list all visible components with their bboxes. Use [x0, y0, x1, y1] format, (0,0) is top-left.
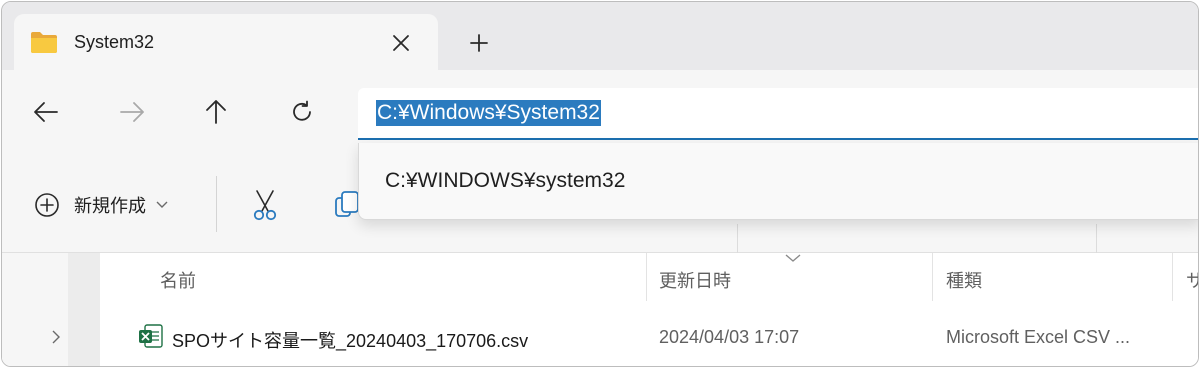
file-modified: 2024/04/03 17:07 [659, 327, 800, 347]
navigation-bar: C:¥Windows¥System32 [2, 70, 1198, 154]
arrow-up-icon [206, 100, 226, 124]
sort-chevron-icon [785, 254, 801, 262]
column-separator[interactable] [932, 253, 933, 301]
new-tab-button[interactable] [464, 28, 494, 58]
navigation-pane-splitter[interactable] [68, 253, 100, 366]
cut-button[interactable] [248, 188, 282, 222]
column-header-name[interactable]: 名前 [160, 267, 196, 293]
chevron-down-icon [156, 201, 168, 208]
tab-strip: System32 [2, 2, 1198, 74]
plus-icon [470, 34, 488, 52]
address-input-value[interactable]: C:¥Windows¥System32 [376, 100, 601, 126]
column-header-type[interactable]: 種類 [946, 267, 982, 293]
address-bar[interactable]: C:¥Windows¥System32 [358, 88, 1198, 140]
new-button[interactable]: 新規作成 [34, 190, 168, 220]
refresh-icon [293, 100, 311, 121]
scissors-icon [253, 190, 277, 221]
refresh-button[interactable] [286, 96, 318, 128]
back-button[interactable] [30, 96, 62, 128]
column-separator[interactable] [646, 253, 647, 301]
column-separator[interactable] [1172, 253, 1173, 301]
tab-system32[interactable]: System32 [14, 14, 438, 74]
up-button[interactable] [200, 96, 232, 128]
close-icon [393, 35, 409, 51]
arrow-right-icon [120, 102, 144, 122]
tab-title: System32 [74, 32, 155, 52]
command-separator [737, 224, 738, 254]
forward-button[interactable] [116, 96, 148, 128]
navigation-pane [2, 253, 68, 366]
file-name: SPOサイト容量一覧_20240403_170706.csv [172, 331, 529, 351]
command-separator [1096, 224, 1097, 254]
column-header-size[interactable]: サ [1186, 267, 1198, 293]
excel-csv-icon [139, 324, 163, 348]
explorer-window: System32 C:¥Windows¥System32 新規作成 C:¥WIN… [1, 1, 1199, 367]
file-list: 名前 更新日時 種類 サ SPOサイト容量一覧_20240403_170706.… [2, 253, 1198, 366]
new-button-label: 新規作成 [74, 196, 146, 216]
copy-icon[interactable] [334, 190, 360, 220]
address-suggestion-item[interactable]: C:¥WINDOWS¥system32 [385, 169, 625, 193]
address-suggestion-dropdown: C:¥WINDOWS¥system32 [358, 143, 1198, 220]
arrow-left-icon [34, 102, 58, 122]
command-separator [216, 176, 217, 232]
chevron-right-icon[interactable] [48, 329, 64, 345]
folder-icon [31, 32, 57, 53]
plus-circle-icon [35, 193, 59, 217]
column-header-modified[interactable]: 更新日時 [659, 267, 731, 293]
tab-close-button[interactable] [386, 28, 416, 58]
file-type: Microsoft Excel CSV ... [946, 327, 1131, 347]
